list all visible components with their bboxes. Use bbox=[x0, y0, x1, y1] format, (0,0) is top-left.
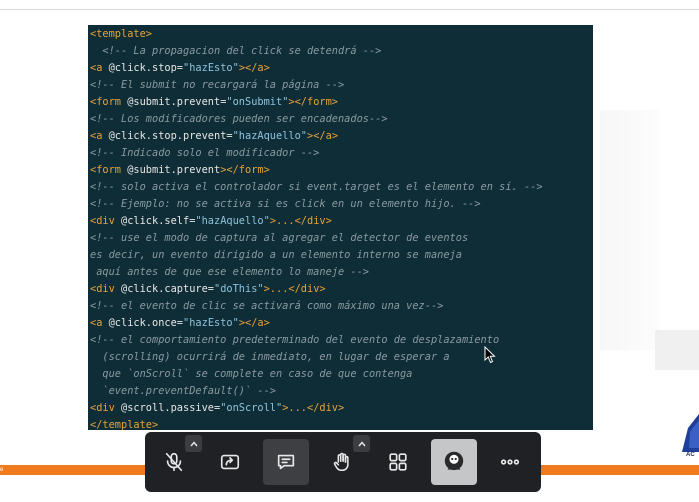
grid-icon bbox=[389, 453, 407, 471]
code-line: <!-- el comportamiento predeterminado de… bbox=[90, 332, 593, 349]
code-line: <form @submit.prevent="onSubmit"></form> bbox=[90, 94, 593, 111]
code-token: "hazAquello" bbox=[232, 130, 308, 142]
code-line: <!-- El submit no recargará la página --… bbox=[90, 77, 593, 94]
meeting-toolbar bbox=[145, 432, 541, 492]
chevron-up-icon bbox=[189, 440, 198, 446]
code-token: "hazAquello" bbox=[195, 215, 270, 227]
code-token: <div bbox=[90, 283, 121, 295]
code-token: <!-- El submit no recargará la página --… bbox=[90, 79, 345, 91]
background-blur bbox=[655, 330, 699, 370]
code-line: <div @click.self="hazAquello">...</div> bbox=[90, 213, 593, 230]
code-token: >...</div> bbox=[263, 283, 326, 295]
code-token: <!-- solo activa el controlador si event… bbox=[90, 181, 543, 193]
chat-icon bbox=[277, 454, 295, 470]
footer-text: e bbox=[0, 467, 4, 473]
code-line: <div @scroll.passive="onScroll">...</div… bbox=[90, 400, 593, 417]
code-line: <!-- Los modificadores pueden ser encade… bbox=[90, 111, 593, 128]
code-token: <!-- Indicado solo el modificador --> bbox=[90, 147, 320, 159]
code-token: >...</div> bbox=[282, 402, 345, 414]
code-token: <!-- La propagacion del click se detendr… bbox=[90, 45, 382, 57]
code-token: <div bbox=[90, 215, 121, 227]
code-token: <!-- Los modificadores pueden ser encade… bbox=[90, 113, 388, 125]
code-token: <!-- el evento de clic se activará como … bbox=[90, 300, 444, 312]
share-screen-button[interactable] bbox=[207, 439, 253, 485]
code-token: @click.stop.prevent= bbox=[108, 130, 233, 142]
code-token: <a bbox=[90, 130, 109, 142]
more-options-button[interactable] bbox=[487, 439, 533, 485]
code-line: (scrolling) ocurrirá de inmediato, en lu… bbox=[90, 349, 593, 366]
chat-button[interactable] bbox=[263, 439, 309, 485]
code-line: <!-- La propagacion del click se detendr… bbox=[90, 43, 593, 60]
code-token: aquí antes de que ese elemento lo maneje… bbox=[90, 266, 369, 278]
code-token: "onSubmit" bbox=[226, 96, 289, 108]
code-token: "onScroll" bbox=[220, 402, 283, 414]
code-line: <form @submit.prevent></form> bbox=[90, 162, 593, 179]
code-token: <a bbox=[90, 317, 109, 329]
code-line: <a @click.stop="hazEsto"></a> bbox=[90, 60, 593, 77]
code-token: (scrolling) ocurrirá de inmediato, en lu… bbox=[90, 351, 450, 363]
code-line: que `onScroll` se complete en caso de qu… bbox=[90, 366, 593, 383]
avatar-button[interactable] bbox=[431, 439, 477, 485]
code-token: <template> bbox=[90, 28, 152, 40]
code-line: <!-- use el modo de captura al agregar e… bbox=[90, 230, 593, 247]
chevron-up-icon bbox=[357, 440, 366, 446]
code-line: </template> bbox=[90, 417, 593, 430]
code-token: "hazEsto" bbox=[183, 317, 239, 329]
code-line: <a @click.stop.prevent="hazAquello"></a> bbox=[90, 128, 593, 145]
code-token: @click.self= bbox=[121, 215, 196, 227]
code-token: que `onScroll` se complete en caso de qu… bbox=[90, 368, 413, 380]
more-icon bbox=[500, 459, 520, 465]
code-token: es decir, un evento dirigido a un elemen… bbox=[90, 249, 462, 261]
code-line: aquí antes de que ese elemento lo maneje… bbox=[90, 264, 593, 281]
code-token: "hazEsto" bbox=[183, 62, 239, 74]
hand-icon bbox=[333, 452, 349, 472]
code-line: `event.preventDefault()` --> bbox=[90, 383, 593, 400]
reactions-options-caret[interactable] bbox=[353, 435, 370, 452]
brand-text: AC bbox=[686, 452, 695, 458]
mic-off-icon bbox=[165, 452, 183, 472]
code-line: <!-- Ejemplo: no se activa si es click e… bbox=[90, 196, 593, 213]
code-slide: <template> <!-- La propagacion del click… bbox=[88, 25, 593, 430]
code-line: es decir, un evento dirigido a un elemen… bbox=[90, 247, 593, 264]
code-token: @scroll.passive= bbox=[121, 402, 221, 414]
code-token: ></a> bbox=[307, 130, 339, 142]
code-token: @submit.prevent= bbox=[127, 96, 227, 108]
code-line: <!-- el evento de clic se activará como … bbox=[90, 298, 593, 315]
share-screen-icon bbox=[220, 454, 240, 470]
code-token: <!-- el comportamiento predeterminado de… bbox=[90, 334, 500, 346]
code-line: <div @click.capture="doThis">...</div> bbox=[90, 281, 593, 298]
top-divider bbox=[0, 9, 699, 10]
code-token: @click.once= bbox=[108, 317, 184, 329]
code-token: <!-- Ejemplo: no se activa si es click e… bbox=[90, 198, 481, 210]
code-token: </template> bbox=[90, 419, 159, 430]
code-token: <form bbox=[90, 164, 128, 176]
slide-shadow bbox=[600, 110, 660, 350]
code-token: ></a> bbox=[238, 62, 270, 74]
code-token: ></a> bbox=[238, 317, 270, 329]
code-line: <!-- solo activa el controlador si event… bbox=[90, 179, 593, 196]
code-token: ></form> bbox=[288, 96, 339, 108]
code-line: <!-- Indicado solo el modificador --> bbox=[90, 145, 593, 162]
code-block: <template> <!-- La propagacion del click… bbox=[88, 25, 593, 430]
code-token: <form bbox=[90, 96, 128, 108]
code-token: @submit.prevent bbox=[127, 164, 221, 176]
code-token: <!-- use el modo de captura al agregar e… bbox=[90, 232, 469, 244]
apps-button[interactable] bbox=[375, 439, 421, 485]
code-token: ></form> bbox=[220, 164, 270, 176]
avatar-icon bbox=[444, 451, 464, 471]
code-token: `event.preventDefault()` --> bbox=[90, 385, 276, 397]
code-token: @click.capture= bbox=[121, 283, 214, 295]
code-token: @click.stop= bbox=[108, 62, 184, 74]
code-token: >...</div> bbox=[269, 215, 332, 227]
code-token: <a bbox=[90, 62, 109, 74]
mic-options-caret[interactable] bbox=[185, 435, 202, 452]
mouse-cursor-icon bbox=[484, 346, 496, 364]
code-token: "doThis" bbox=[214, 283, 264, 295]
code-line: <template> bbox=[90, 26, 593, 43]
code-token: <div bbox=[90, 402, 121, 414]
code-line: <a @click.once="hazEsto"></a> bbox=[90, 315, 593, 332]
